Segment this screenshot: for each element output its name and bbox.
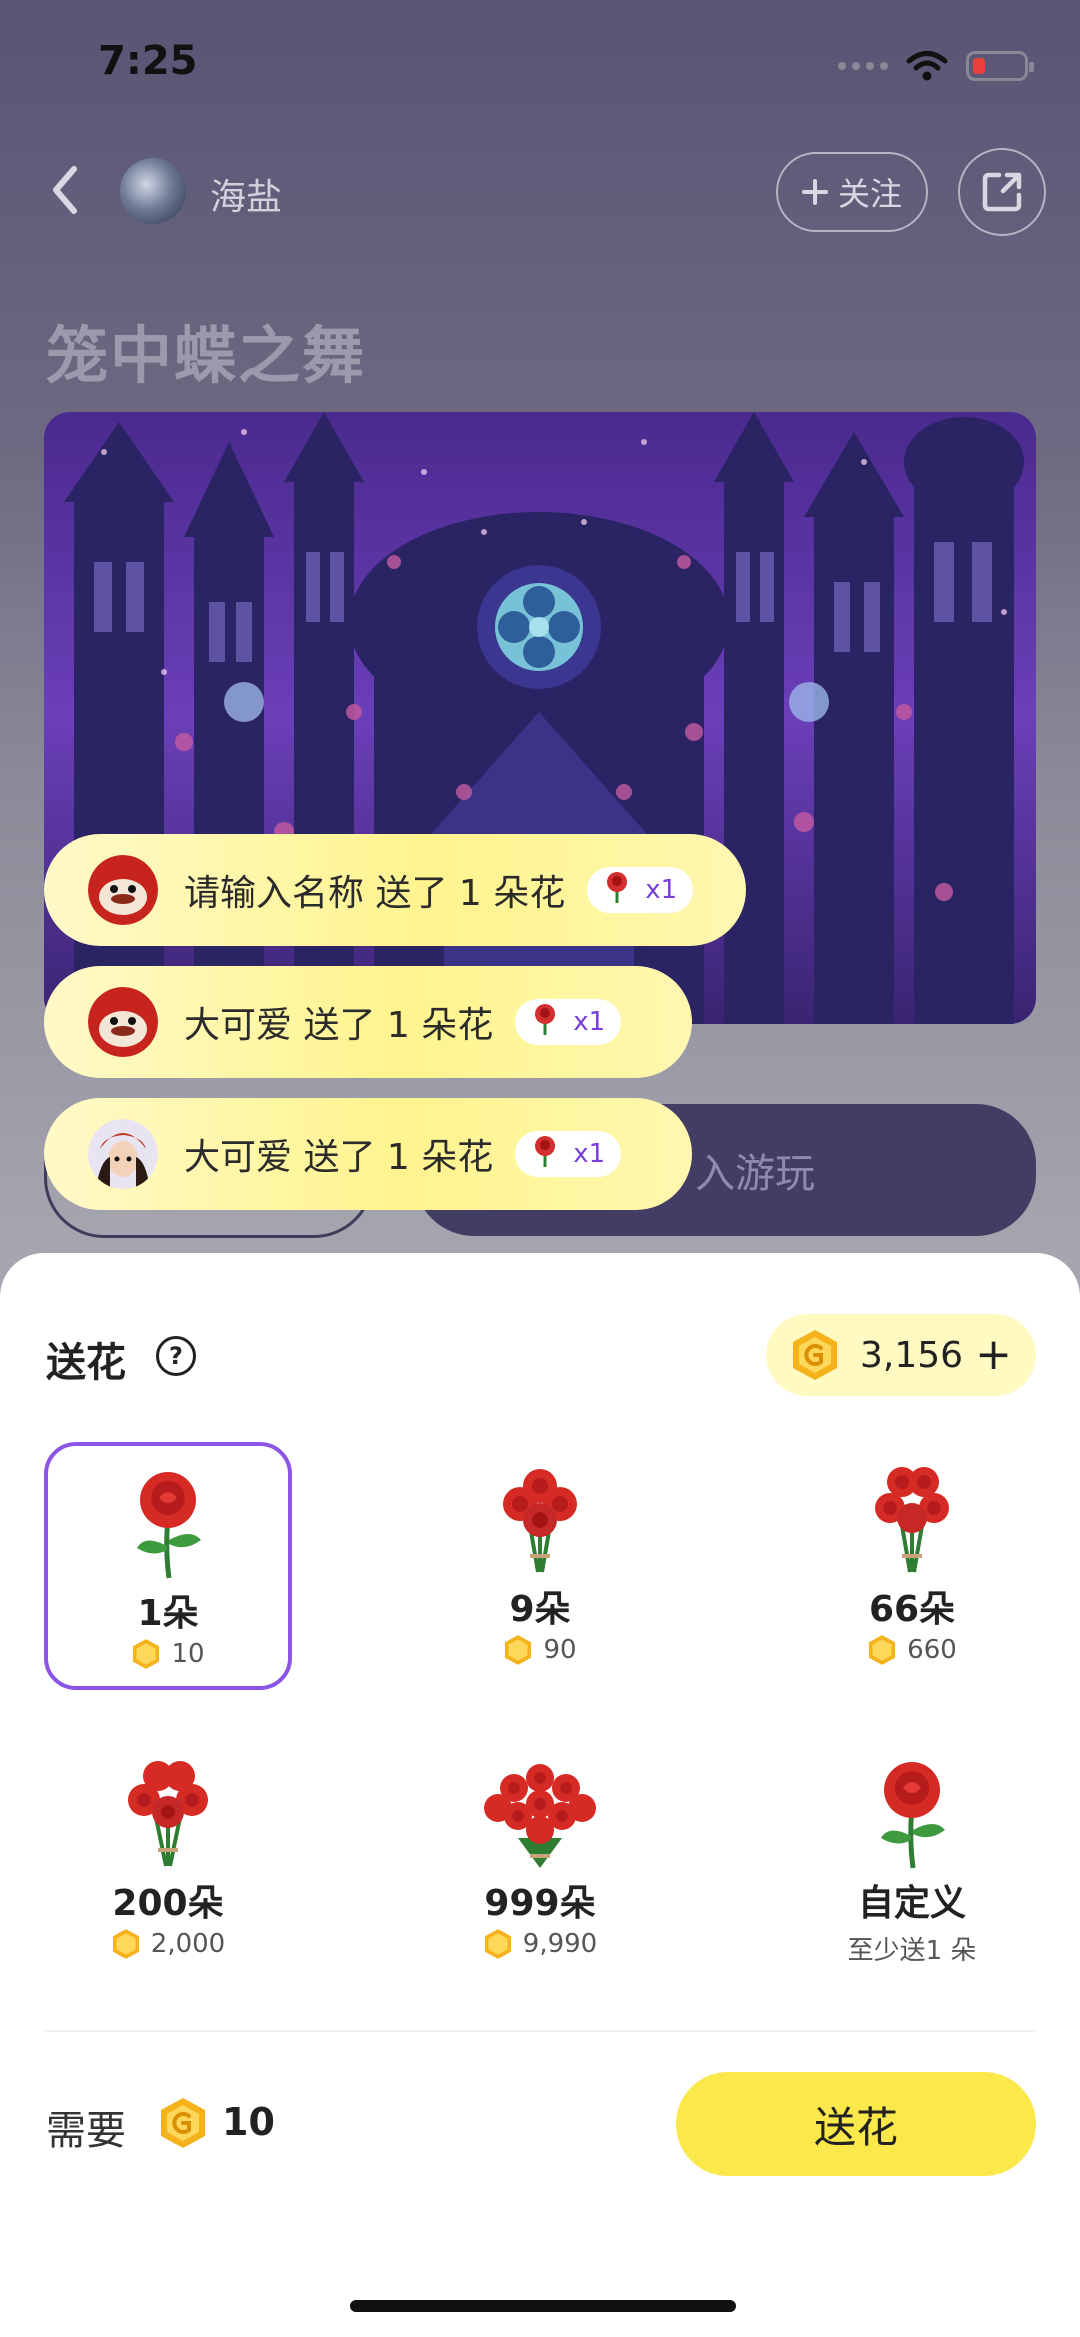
coin-icon [793, 1330, 837, 1380]
rose-icon [531, 1135, 559, 1173]
author-avatar[interactable] [120, 158, 186, 224]
status-time: 7:25 [98, 38, 198, 84]
author-name[interactable]: 海盐 [210, 168, 282, 220]
rose-bouquet-icon [118, 1758, 218, 1870]
option-name: 1朵 [137, 1593, 199, 1634]
option-price: 660 [867, 1634, 957, 1666]
coin-icon [505, 1635, 532, 1665]
wifi-icon [906, 51, 948, 81]
chevron-left-icon [53, 166, 77, 214]
coin-icon [869, 1635, 896, 1665]
required-label: 需要 [46, 2108, 126, 2154]
toast-avatar [88, 855, 158, 925]
follow-label: 关注 [837, 175, 902, 213]
option-price: 9,990 [483, 1928, 597, 1960]
plus-icon [801, 179, 828, 205]
page-title: 笼中蝶之舞 [46, 319, 367, 392]
toast-gift-badge: x1 [515, 1131, 622, 1177]
toast-count: x1 [645, 875, 678, 905]
toast-gift-badge: x1 [587, 867, 694, 913]
share-button[interactable] [958, 148, 1046, 236]
balance-value: 3,156 [860, 1334, 964, 1376]
coin-icon [158, 2096, 208, 2154]
option-subtext: 至少送1 朵 [847, 1936, 977, 1966]
option-price: 2,000 [111, 1928, 225, 1960]
coin-icon [133, 1639, 160, 1669]
flower-option-200[interactable]: 200朵 2,000 [44, 1736, 292, 1984]
rose-bouquet-icon [478, 1758, 602, 1870]
rose-icon [123, 1468, 213, 1580]
option-name: 9朵 [509, 1589, 571, 1630]
send-flower-button[interactable]: 送花 [676, 2072, 1036, 2176]
option-name: 自定义 [857, 1883, 966, 1924]
gift-toast: 大可爱 送了 1 朵花 x1 [44, 1098, 692, 1210]
toast-avatar [88, 1119, 158, 1189]
gift-toast: 大可爱 送了 1 朵花 x1 [44, 966, 692, 1078]
share-icon [982, 172, 1022, 212]
sheet-title: 送花 [46, 1340, 126, 1386]
rose-icon [603, 871, 631, 909]
rose-bouquet-icon [862, 1464, 962, 1576]
rose-icon [531, 1003, 559, 1041]
toast-gift-badge: x1 [515, 999, 622, 1045]
signal-icon [838, 62, 888, 70]
home-indicator[interactable] [350, 2300, 736, 2312]
status-icons [838, 50, 1034, 82]
option-name: 66朵 [868, 1589, 956, 1630]
option-price: 90 [503, 1634, 577, 1666]
option-name: 999朵 [484, 1883, 596, 1924]
gift-toast: 请输入名称 送了 1 朵花 x1 [44, 834, 746, 946]
battery-icon [966, 51, 1034, 81]
coin-icon [112, 1929, 139, 1959]
flower-option-999[interactable]: 999朵 9,990 [416, 1736, 664, 1984]
help-icon[interactable]: ? [156, 1336, 196, 1376]
screen: 7:25 海盐 关注 笼中蝶之舞 入游玩 请输入名称 送了 1 朵花 x1 大可… [0, 0, 1080, 2337]
rose-bouquet-icon [490, 1464, 590, 1576]
back-button[interactable] [40, 160, 90, 220]
flower-option-66[interactable]: 66朵 660 [788, 1442, 1036, 1690]
flower-option-9[interactable]: 9朵 90 [416, 1442, 664, 1690]
toast-message: 大可爱 送了 1 朵花 [184, 1137, 494, 1178]
option-name: 200朵 [112, 1883, 224, 1924]
coin-icon [484, 1929, 511, 1959]
toast-message: 大可爱 送了 1 朵花 [184, 1005, 494, 1046]
toast-count: x1 [573, 1139, 606, 1169]
flower-option-1[interactable]: 1朵 10 [44, 1442, 292, 1690]
coin-balance[interactable]: 3,156 + [766, 1314, 1036, 1396]
follow-button[interactable]: 关注 [776, 152, 928, 232]
add-coins-icon[interactable]: + [975, 1333, 1012, 1377]
flower-option-custom[interactable]: 自定义 至少送1 朵 [788, 1736, 1036, 1984]
required-value: 10 [222, 2100, 275, 2144]
option-price: 10 [131, 1638, 205, 1670]
play-button-label: 入游玩 [695, 1151, 815, 1197]
toast-count: x1 [573, 1007, 606, 1037]
rose-icon [867, 1758, 957, 1870]
toast-message: 请输入名称 送了 1 朵花 [184, 873, 566, 914]
divider [44, 2030, 1036, 2032]
toast-avatar [88, 987, 158, 1057]
